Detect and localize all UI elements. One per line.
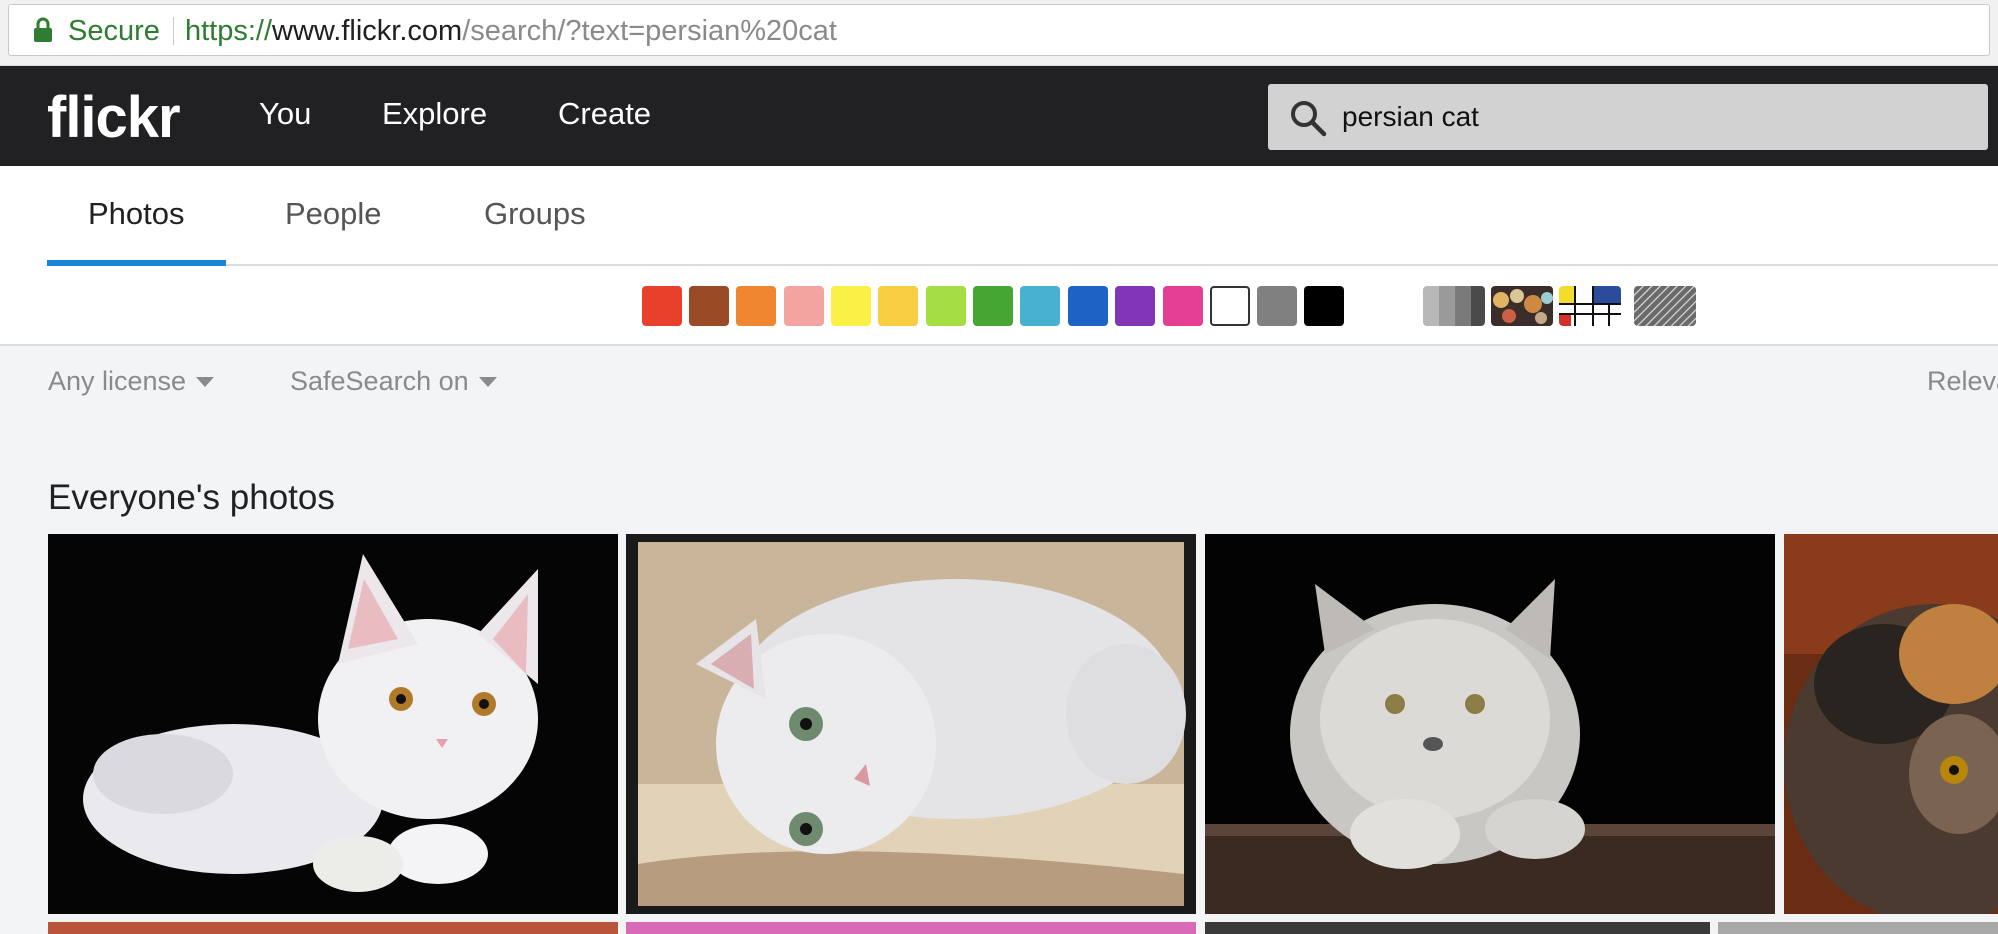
- license-filter-label: Any license: [48, 366, 187, 396]
- sort-dropdown[interactable]: Relevant: [1927, 366, 1998, 397]
- black-and-white-filter[interactable]: [1423, 286, 1485, 326]
- photo-tile[interactable]: [1718, 922, 1998, 934]
- search-input[interactable]: [1342, 98, 1942, 136]
- color-swatch[interactable]: [926, 286, 966, 326]
- safesearch-filter-label: SafeSearch on: [290, 366, 469, 396]
- minimalist-filter[interactable]: [1559, 286, 1621, 326]
- nav-you[interactable]: You: [259, 96, 311, 132]
- tab-photos[interactable]: Photos: [88, 196, 185, 232]
- pattern-icon: [1634, 286, 1696, 326]
- top-nav: flickr You Explore Create: [0, 66, 1998, 166]
- color-swatch[interactable]: [689, 286, 729, 326]
- lock-icon: [34, 17, 52, 42]
- photo-white-kitten: [48, 534, 618, 914]
- search-icon[interactable]: [1288, 98, 1328, 138]
- url-divider: [173, 17, 174, 45]
- url-host: www.flickr.com: [272, 15, 463, 47]
- color-swatch[interactable]: [1257, 286, 1297, 326]
- photo-tile[interactable]: [626, 534, 1196, 914]
- caret-down-icon: [478, 376, 497, 387]
- url-text[interactable]: https://www.flickr.com/search/?text=pers…: [185, 15, 837, 48]
- color-swatch[interactable]: [1020, 286, 1060, 326]
- license-filter[interactable]: Any license: [48, 366, 215, 397]
- color-swatch[interactable]: [1210, 286, 1250, 326]
- color-swatch[interactable]: [784, 286, 824, 326]
- color-swatch[interactable]: [1163, 286, 1203, 326]
- photo-tortoiseshell-persian: [1784, 534, 1998, 914]
- section-title: Everyone's photos: [48, 478, 335, 517]
- color-swatch[interactable]: [831, 286, 871, 326]
- photo-tile[interactable]: [1205, 922, 1710, 934]
- mondrian-icon: [1559, 286, 1621, 326]
- photo-tile[interactable]: [1784, 534, 1998, 914]
- photo-persian-lying: [626, 534, 1196, 914]
- color-swatch[interactable]: [1115, 286, 1155, 326]
- bokeh-icon: [1491, 286, 1553, 326]
- color-swatch[interactable]: [642, 286, 682, 326]
- color-filter-bar: [0, 266, 1998, 346]
- nav-create[interactable]: Create: [558, 96, 651, 132]
- tab-groups[interactable]: Groups: [484, 196, 586, 232]
- color-swatch[interactable]: [973, 286, 1013, 326]
- photo-grey-persian: [1205, 534, 1775, 914]
- url-bar[interactable]: Secure https://www.flickr.com/search/?te…: [8, 4, 1990, 56]
- browser-address-bar: Secure https://www.flickr.com/search/?te…: [0, 0, 1998, 66]
- shallow-depth-of-field-filter[interactable]: [1491, 286, 1553, 326]
- color-swatch[interactable]: [1304, 286, 1344, 326]
- flickr-logo[interactable]: flickr: [47, 84, 181, 151]
- photo-tile[interactable]: [48, 534, 618, 914]
- nav-explore[interactable]: Explore: [382, 96, 487, 132]
- caret-down-icon: [196, 376, 215, 387]
- photo-tile[interactable]: [626, 922, 1196, 934]
- safesearch-filter[interactable]: SafeSearch on: [290, 366, 497, 397]
- secure-label: Secure: [68, 15, 160, 47]
- tab-people[interactable]: People: [285, 196, 382, 232]
- color-swatch[interactable]: [1068, 286, 1108, 326]
- color-swatch[interactable]: [736, 286, 776, 326]
- pattern-filter[interactable]: [1634, 286, 1696, 326]
- search-tabs: Photos People Groups: [0, 166, 1998, 266]
- url-path: /search/?text=persian%20cat: [462, 15, 837, 47]
- photo-tile[interactable]: [1205, 534, 1775, 914]
- url-scheme: https://: [185, 15, 273, 47]
- color-swatch[interactable]: [878, 286, 918, 326]
- search-box[interactable]: [1268, 84, 1988, 150]
- photo-tile[interactable]: [48, 922, 618, 934]
- black-and-white-icon: [1423, 286, 1485, 326]
